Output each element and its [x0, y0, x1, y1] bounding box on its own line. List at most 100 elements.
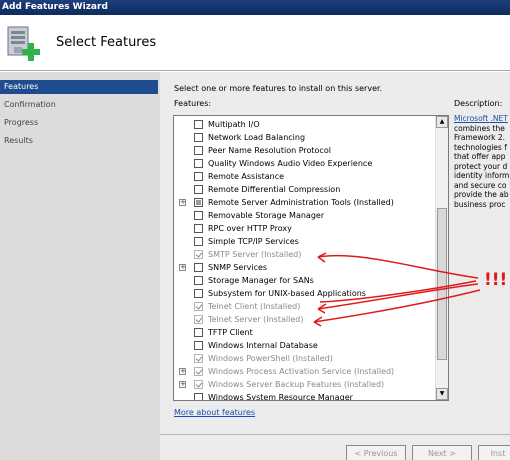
wizard-header: Select Features	[0, 15, 510, 71]
feature-list-item[interactable]: Remote Differential Compression	[174, 183, 436, 196]
feature-list-item[interactable]: Peer Name Resolution Protocol	[174, 144, 436, 157]
feature-label: Windows Server Backup Features (Installe…	[208, 380, 385, 389]
scroll-up-arrow-icon[interactable]: ▲	[436, 116, 448, 128]
nav-step-confirmation[interactable]: Confirmation	[0, 98, 158, 112]
nav-step-progress[interactable]: Progress	[0, 116, 158, 130]
feature-label: Windows System Resource Manager	[208, 393, 353, 401]
description-link[interactable]: Microsoft .NET	[454, 114, 510, 124]
description-line: identity inform	[454, 171, 510, 180]
annotation-exclamation: !!!	[484, 270, 508, 290]
description-line: provide the ab	[454, 190, 509, 199]
feature-list-item[interactable]: Network Load Balancing	[174, 131, 436, 144]
description-label: Description:	[454, 99, 503, 108]
feature-list-item[interactable]: Removable Storage Manager	[174, 209, 436, 222]
feature-checkbox[interactable]	[194, 315, 203, 324]
feature-checkbox[interactable]	[194, 328, 203, 337]
next-button[interactable]: Next >	[412, 445, 472, 460]
feature-list-item[interactable]: RPC over HTTP Proxy	[174, 222, 436, 235]
feature-checkbox[interactable]	[194, 172, 203, 181]
feature-label: Windows PowerShell (Installed)	[208, 354, 333, 363]
feature-checkbox[interactable]	[194, 198, 203, 207]
install-button[interactable]: Inst	[478, 445, 510, 460]
feature-checkbox[interactable]	[194, 393, 203, 400]
feature-checkbox[interactable]	[194, 302, 203, 311]
feature-label: SNMP Services	[208, 263, 268, 272]
feature-label: Windows Process Activation Service (Inst…	[208, 367, 395, 376]
feature-label: Network Load Balancing	[208, 133, 306, 142]
feature-checkbox[interactable]	[194, 237, 203, 246]
wizard-steps-nav: Features Confirmation Progress Results	[0, 72, 160, 460]
feature-checkbox[interactable]	[194, 250, 203, 259]
feature-list-item[interactable]: Windows Internal Database	[174, 339, 436, 352]
description-line: and secure co	[454, 180, 507, 190]
previous-button[interactable]: < Previous	[346, 445, 406, 460]
scroll-thumb[interactable]	[437, 208, 447, 360]
feature-list-item[interactable]: TFTP Client	[174, 326, 436, 339]
feature-label: Telnet Server (Installed)	[208, 315, 304, 324]
feature-checkbox[interactable]	[194, 224, 203, 233]
feature-list-item[interactable]: + SNMP Services	[174, 261, 436, 274]
feature-checkbox[interactable]	[194, 211, 203, 220]
window-title: Add Features Wizard	[2, 2, 108, 12]
feature-checkbox[interactable]	[194, 380, 203, 389]
feature-label: Remote Server Administration Tools (Inst…	[208, 198, 394, 207]
feature-checkbox[interactable]	[194, 354, 203, 363]
feature-list-item[interactable]: Quality Windows Audio Video Experience	[174, 157, 436, 170]
feature-list-item[interactable]: Simple TCP/IP Services	[174, 235, 436, 248]
description-line: that offer app	[454, 152, 506, 161]
page-title: Select Features	[56, 35, 157, 50]
feature-label: SMTP Server (Installed)	[208, 250, 302, 259]
expand-plus-icon[interactable]: +	[179, 368, 186, 375]
features-panel: Select one or more features to install o…	[160, 72, 510, 434]
feature-label: Quality Windows Audio Video Experience	[208, 159, 373, 168]
feature-label: Peer Name Resolution Protocol	[208, 146, 331, 155]
feature-label: Multipath I/O	[208, 120, 260, 129]
nav-step-features[interactable]: Features	[0, 80, 158, 94]
feature-label: Storage Manager for SANs	[208, 276, 314, 285]
feature-checkbox[interactable]	[194, 133, 203, 142]
features-scrollbar[interactable]: ▲ ▼	[435, 116, 448, 400]
feature-list-item[interactable]: Multipath I/O	[174, 118, 436, 131]
feature-list-item[interactable]: Subsystem for UNIX-based Applications	[174, 287, 436, 300]
feature-checkbox[interactable]	[194, 146, 203, 155]
features-list[interactable]: Multipath I/O Network Load Balancing Peer …	[173, 115, 449, 401]
description-line: technologies f	[454, 142, 507, 152]
feature-list-item[interactable]: SMTP Server (Installed)	[174, 248, 436, 261]
feature-label: Windows Internal Database	[208, 341, 318, 350]
feature-checkbox[interactable]	[194, 159, 203, 168]
expand-plus-icon[interactable]: +	[179, 199, 186, 206]
feature-list-item[interactable]: + Windows Process Activation Service (Ins…	[174, 365, 436, 378]
wizard-footer: < Previous Next > Inst	[160, 434, 510, 460]
feature-checkbox[interactable]	[194, 276, 203, 285]
feature-checkbox[interactable]	[194, 367, 203, 376]
nav-step-results[interactable]: Results	[0, 134, 158, 148]
feature-list-item[interactable]: + Windows Server Backup Features (Install…	[174, 378, 436, 391]
instruction-text: Select one or more features to install o…	[174, 84, 383, 93]
feature-checkbox[interactable]	[194, 289, 203, 298]
feature-list-item[interactable]: Telnet Client (Installed)	[174, 300, 436, 313]
scroll-down-arrow-icon[interactable]: ▼	[436, 388, 448, 400]
feature-list-item[interactable]: Telnet Server (Installed)	[174, 313, 436, 326]
expand-plus-icon[interactable]: +	[179, 381, 186, 388]
feature-checkbox[interactable]	[194, 120, 203, 129]
feature-checkbox[interactable]	[194, 263, 203, 272]
feature-label: Telnet Client (Installed)	[208, 302, 301, 311]
server-add-icon	[7, 26, 40, 61]
feature-label: Remote Assistance	[208, 172, 285, 181]
features-label: Features:	[174, 99, 212, 108]
feature-list-item[interactable]: Windows System Resource Manager	[174, 391, 436, 401]
window-title-bar: Add Features Wizard	[0, 0, 510, 15]
feature-label: TFTP Client	[208, 328, 253, 337]
feature-list-item[interactable]: Remote Assistance	[174, 170, 436, 183]
feature-list-item[interactable]: + Remote Server Administration Tools (Ins…	[174, 196, 436, 209]
more-about-features-link[interactable]: More about features	[174, 408, 255, 417]
feature-label: Subsystem for UNIX-based Applications	[208, 289, 366, 298]
feature-list-item[interactable]: Storage Manager for SANs	[174, 274, 436, 287]
feature-label: Simple TCP/IP Services	[208, 237, 299, 246]
expand-plus-icon[interactable]: +	[179, 264, 186, 271]
feature-checkbox[interactable]	[194, 341, 203, 350]
feature-checkbox[interactable]	[194, 185, 203, 194]
description-line: protect your d	[454, 161, 508, 171]
feature-list-item[interactable]: Windows PowerShell (Installed)	[174, 352, 436, 365]
description-line: business proc	[454, 199, 506, 209]
